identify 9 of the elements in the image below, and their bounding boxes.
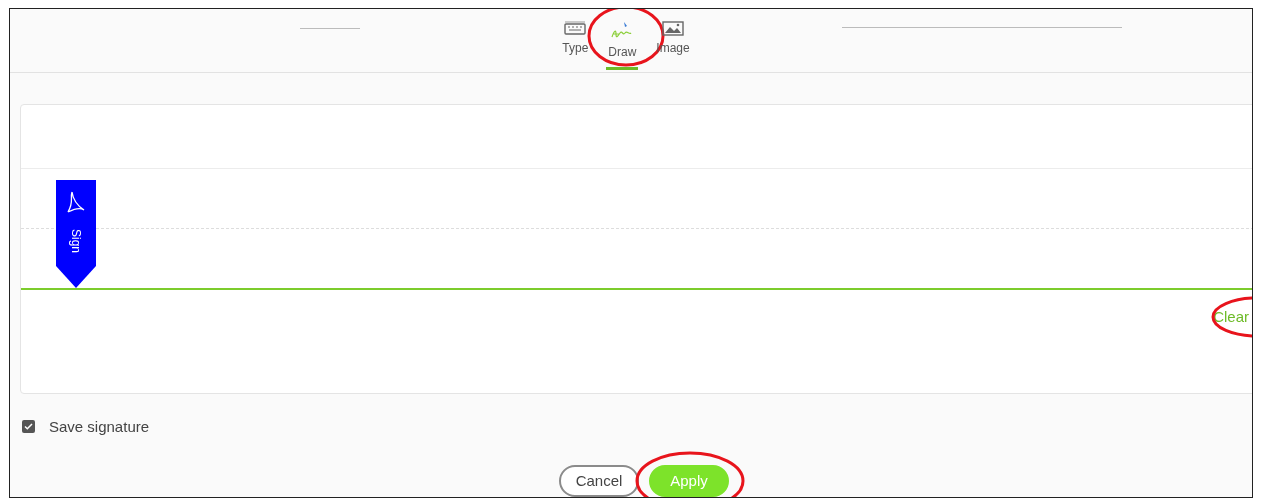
save-signature-label: Save signature [49, 416, 150, 437]
tab[interactable]: Type [560, 21, 591, 66]
keyboard-icon [564, 21, 587, 37]
sign-tag[interactable]: Sign [56, 179, 96, 288]
tab[interactable]: Draw [606, 21, 639, 70]
image-icon [662, 21, 684, 37]
cancel-button[interactable]: Cancel [559, 465, 639, 497]
checkbox[interactable] [22, 420, 35, 434]
divider-line [300, 28, 360, 29]
